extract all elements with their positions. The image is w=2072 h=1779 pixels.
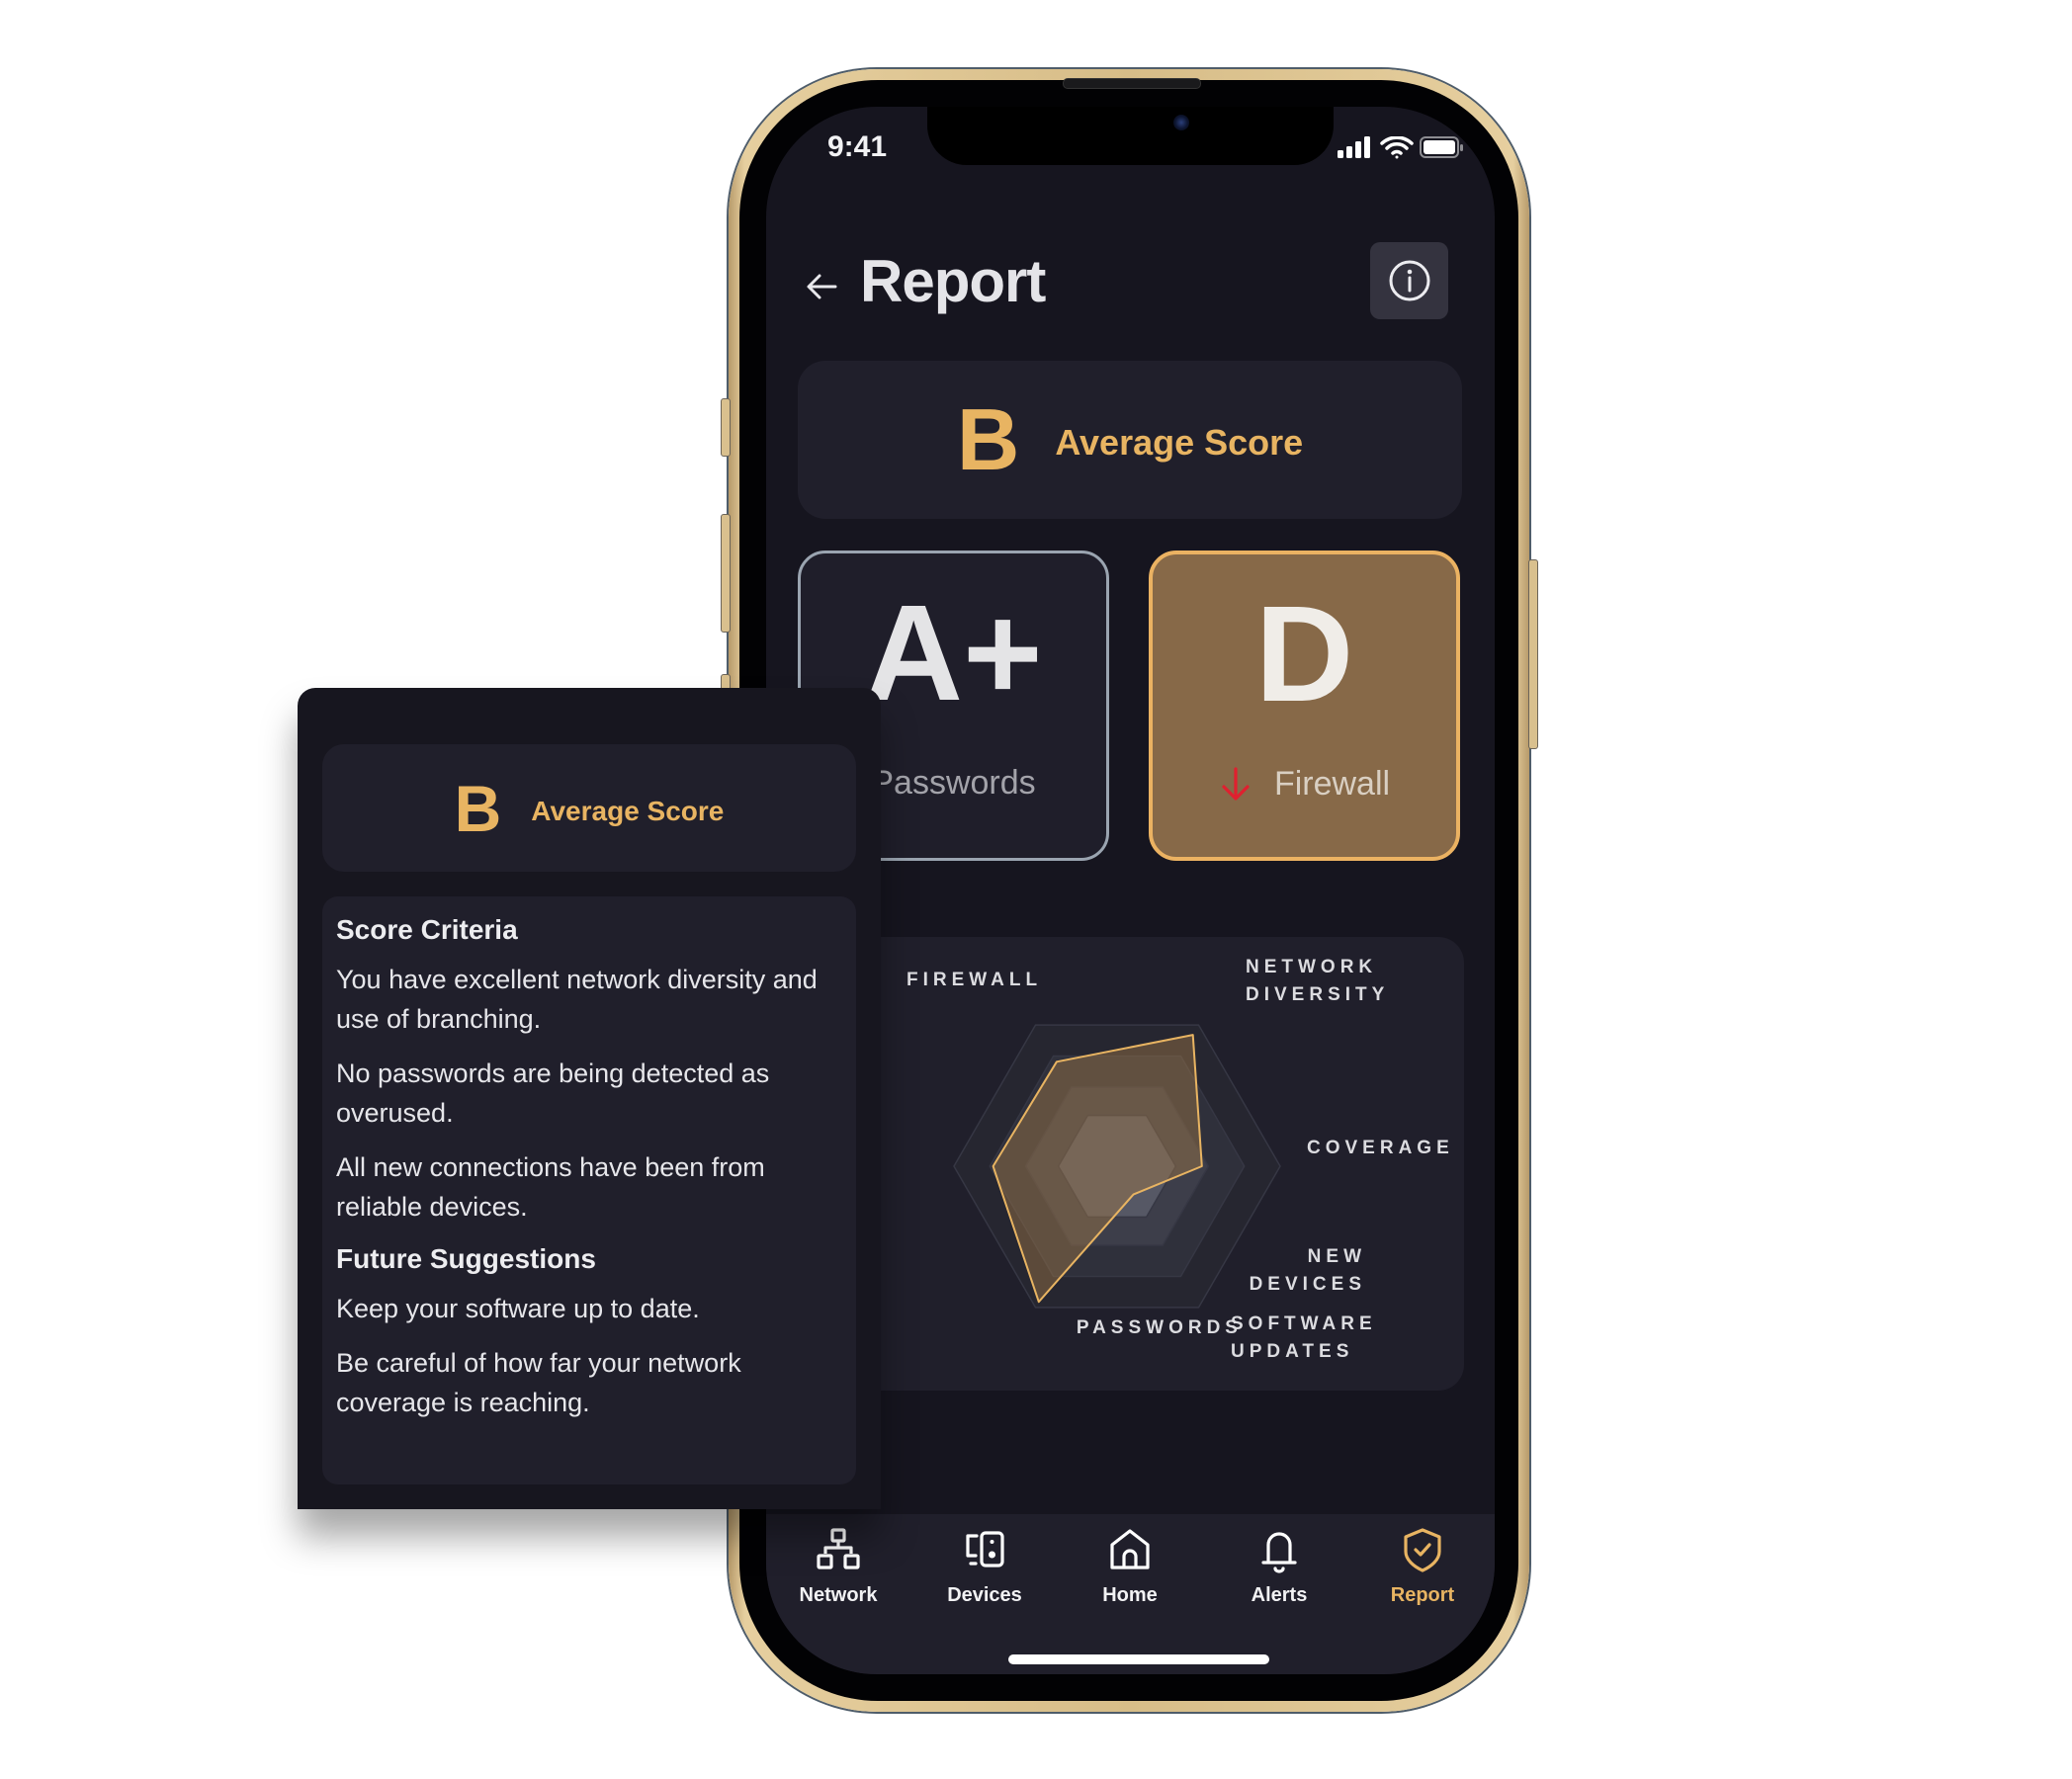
back-button[interactable] bbox=[802, 267, 841, 306]
suggestion-item: Be careful of how far your network cover… bbox=[336, 1348, 741, 1417]
score-criteria-heading: Score Criteria bbox=[336, 914, 518, 945]
criteria-card: Score Criteria You have excellent networ… bbox=[322, 896, 856, 1484]
radar-axis-label-passwords: PASSWORDS bbox=[1076, 1317, 1243, 1338]
tab-label: Devices bbox=[947, 1584, 1022, 1606]
grade-letter: D bbox=[1254, 578, 1354, 730]
suggestion-item: Keep your software up to date. bbox=[336, 1294, 700, 1323]
future-suggestions-heading: Future Suggestions bbox=[336, 1243, 596, 1274]
arrow-left-icon bbox=[807, 274, 837, 299]
tab-label: Network bbox=[799, 1584, 878, 1606]
front-camera bbox=[1173, 115, 1189, 130]
bell-icon bbox=[1261, 1532, 1297, 1573]
earpiece-speaker bbox=[1063, 78, 1201, 89]
tab-label: Alerts bbox=[1251, 1584, 1308, 1606]
radar-chart-card: NETWORK DIVERSITY COVERAGE SOFTWARE UPDATE… bbox=[798, 937, 1464, 1391]
tab-home[interactable]: Home bbox=[1071, 1528, 1189, 1607]
tab-label: Home bbox=[1102, 1584, 1158, 1606]
criteria-item: No passwords are being detected as overu… bbox=[336, 1059, 770, 1128]
shield-check-icon bbox=[1404, 1528, 1441, 1572]
popup-average-score-card: B Average Score bbox=[322, 744, 856, 872]
arrow-down-icon bbox=[1222, 766, 1250, 801]
tab-label: Report bbox=[1390, 1584, 1455, 1606]
tab-bar: Network Devices Home Alerts Report bbox=[766, 1514, 1495, 1674]
home-indicator[interactable] bbox=[1008, 1654, 1269, 1664]
tab-network[interactable]: Network bbox=[779, 1528, 898, 1607]
wifi-icon bbox=[1380, 135, 1414, 159]
status-icons bbox=[1338, 135, 1466, 159]
radar-axis-label-new-devices: NEW DEVICES bbox=[1249, 1246, 1366, 1295]
volume-up-button bbox=[721, 514, 731, 633]
notch bbox=[927, 107, 1334, 165]
info-button[interactable] bbox=[1370, 242, 1448, 319]
radar-axis-label-coverage: COVERAGE bbox=[1307, 1138, 1454, 1158]
info-circle-icon bbox=[1389, 260, 1429, 301]
tab-alerts[interactable]: Alerts bbox=[1220, 1528, 1338, 1607]
popup-average-grade: B bbox=[454, 771, 502, 845]
signal-icon bbox=[1338, 136, 1370, 158]
grade-category-label: Passwords bbox=[871, 764, 1036, 802]
radar-axis-label-network-diversity: NETWORK DIVERSITY bbox=[1246, 957, 1390, 1005]
criteria-item: All new connections have been from relia… bbox=[336, 1152, 765, 1222]
criteria-item: You have excellent network diversity and… bbox=[336, 965, 818, 1034]
radar-axis-label-firewall: FIREWALL bbox=[906, 970, 1043, 990]
grade-category: Firewall bbox=[1153, 765, 1456, 804]
status-time: 9:41 bbox=[827, 130, 888, 163]
network-icon bbox=[817, 1528, 860, 1569]
radar-axis-label-software-updates: SOFTWARE UPDATES bbox=[1231, 1313, 1377, 1362]
score-info-popup: B Average Score Score Criteria You have … bbox=[298, 688, 881, 1509]
mute-switch bbox=[721, 398, 731, 457]
home-icon bbox=[1110, 1529, 1150, 1569]
popup-average-score-label: Average Score bbox=[531, 795, 725, 826]
average-score-label: Average Score bbox=[1055, 422, 1304, 463]
grade-category-label: Firewall bbox=[1273, 765, 1391, 803]
devices-icon bbox=[966, 1531, 1004, 1567]
tab-devices[interactable]: Devices bbox=[925, 1528, 1044, 1607]
battery-icon bbox=[1420, 136, 1463, 158]
page-title: Report bbox=[860, 248, 1046, 314]
power-button bbox=[1528, 559, 1538, 749]
tab-report[interactable]: Report bbox=[1363, 1528, 1482, 1607]
average-grade: B bbox=[956, 390, 1020, 488]
average-score-card: B Average Score bbox=[798, 361, 1462, 519]
grade-card-firewall[interactable]: D Firewall bbox=[1149, 551, 1460, 861]
